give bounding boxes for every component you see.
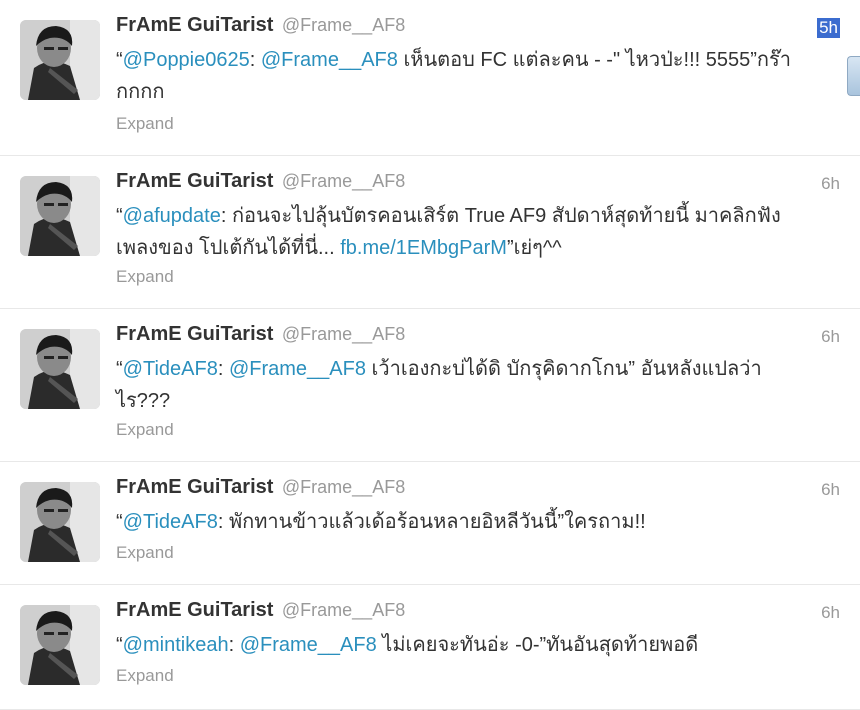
username[interactable]: @Frame__AF8	[282, 15, 405, 35]
username[interactable]: @Frame__AF8	[282, 477, 405, 497]
avatar[interactable]	[20, 482, 100, 562]
tweet-text-segment: “	[116, 49, 123, 71]
tweet-text: “@TideAF8: พักทานข้าวแล้วเด้อร้อนหลายอิห…	[116, 506, 806, 538]
tweet-text: “@Poppie0625: @Frame__AF8 เห็นตอบ FC แต่…	[116, 44, 806, 108]
avatar[interactable]	[20, 20, 100, 100]
tweet-text: “@mintikeah: @Frame__AF8 ไม่เคยจะทันอ่ะ …	[116, 629, 806, 661]
expand-link[interactable]: Expand	[116, 666, 174, 686]
tweet-link[interactable]: @Frame__AF8	[229, 358, 366, 380]
tweet-text-segment: “	[116, 358, 123, 380]
avatar-photo	[20, 20, 100, 100]
tweet-link[interactable]: fb.me/1EMbgParM	[340, 237, 507, 259]
expand-link[interactable]: Expand	[116, 420, 174, 440]
username[interactable]: @Frame__AF8	[282, 171, 405, 191]
tweet-header: FrAmE GuiTarist @Frame__AF8	[116, 323, 405, 353]
tweet-header: FrAmE GuiTarist @Frame__AF8	[116, 599, 405, 629]
tweet-text-segment: ไม่เคยจะทันอ่ะ -0-”ทันอันสุดท้ายพอดี	[376, 634, 699, 656]
tweet-text: “@afupdate: ก่อนจะไปลุ้นบัตรคอนเสิร์ต Tr…	[116, 200, 806, 264]
tweet-text-segment: :	[249, 49, 261, 71]
tweet-text-segment: “	[116, 511, 123, 533]
timestamp[interactable]: 6h	[821, 480, 840, 500]
tweet-text-segment: ”เย่ๆ^^	[506, 237, 562, 259]
display-name[interactable]: FrAmE GuiTarist	[116, 599, 273, 621]
tweet-link[interactable]: @Poppie0625	[123, 49, 250, 71]
expand-link[interactable]: Expand	[116, 543, 174, 563]
tweet-link[interactable]: @Frame__AF8	[261, 49, 398, 71]
tweet-link[interactable]: @Frame__AF8	[240, 634, 377, 656]
tweet-link[interactable]: @TideAF8	[123, 358, 218, 380]
tweet-link[interactable]: @mintikeah	[123, 634, 229, 656]
tweet-header: FrAmE GuiTarist @Frame__AF8	[116, 476, 405, 506]
scroll-tab[interactable]	[847, 56, 860, 96]
tweet-header: FrAmE GuiTarist @Frame__AF8	[116, 170, 405, 200]
display-name[interactable]: FrAmE GuiTarist	[116, 170, 273, 192]
timestamp[interactable]: 6h	[821, 327, 840, 347]
avatar-photo	[20, 176, 100, 256]
avatar[interactable]	[20, 605, 100, 685]
avatar-photo	[20, 482, 100, 562]
tweet-text-segment: :	[228, 634, 240, 656]
expand-link[interactable]: Expand	[116, 267, 174, 287]
display-name[interactable]: FrAmE GuiTarist	[116, 476, 273, 498]
tweet-text-segment: :	[217, 358, 229, 380]
tweet-text-segment: “	[116, 634, 123, 656]
tweet[interactable]: FrAmE GuiTarist @Frame__AF8 6h “@afupdat…	[0, 156, 860, 309]
expand-link[interactable]: Expand	[116, 114, 174, 134]
avatar[interactable]	[20, 176, 100, 256]
username[interactable]: @Frame__AF8	[282, 324, 405, 344]
tweet[interactable]: FrAmE GuiTarist @Frame__AF8 6h “@mintike…	[0, 585, 860, 710]
display-name[interactable]: FrAmE GuiTarist	[116, 14, 273, 36]
tweet-link[interactable]: @TideAF8	[123, 511, 218, 533]
tweet-header: FrAmE GuiTarist @Frame__AF8	[116, 14, 405, 44]
username[interactable]: @Frame__AF8	[282, 600, 405, 620]
avatar[interactable]	[20, 329, 100, 409]
timestamp[interactable]: 6h	[821, 174, 840, 194]
avatar-photo	[20, 605, 100, 685]
tweet-text-segment: : พักทานข้าวแล้วเด้อร้อนหลายอิหลีวันนี้”…	[217, 511, 646, 533]
timestamp[interactable]: 6h	[821, 603, 840, 623]
tweet-link[interactable]: @afupdate	[123, 205, 221, 227]
tweet[interactable]: FrAmE GuiTarist @Frame__AF8 6h “@TideAF8…	[0, 462, 860, 585]
tweet[interactable]: FrAmE GuiTarist @Frame__AF8 5h “@Poppie0…	[0, 0, 860, 156]
timestamp[interactable]: 5h	[817, 18, 840, 38]
avatar-photo	[20, 329, 100, 409]
tweet-text-segment: “	[116, 205, 123, 227]
display-name[interactable]: FrAmE GuiTarist	[116, 323, 273, 345]
tweet[interactable]: FrAmE GuiTarist @Frame__AF8 6h “@TideAF8…	[0, 309, 860, 462]
tweet-text: “@TideAF8: @Frame__AF8 เว้าเองกะบ่ได้ดิ …	[116, 353, 806, 417]
